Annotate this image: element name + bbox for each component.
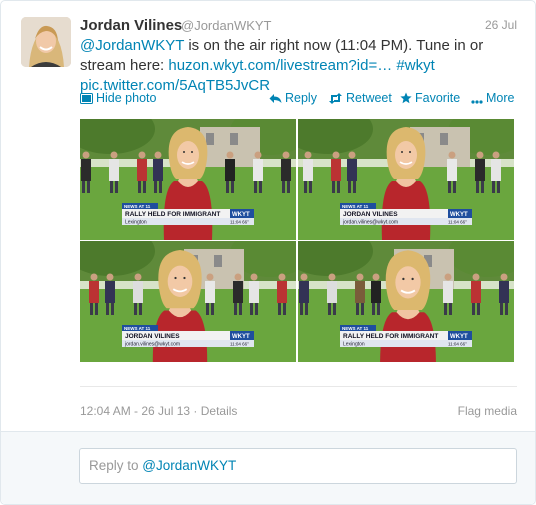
news-frame-image: NEWS AT 11 JORDAN VILINES jordan.vilines@w… bbox=[298, 119, 514, 240]
station-logo: WKYT bbox=[450, 212, 468, 218]
time-temp: 11:04 66° bbox=[448, 342, 467, 347]
station-logo: WKYT bbox=[450, 334, 468, 340]
hide-photo-button[interactable]: Hide photo bbox=[80, 91, 156, 107]
avatar[interactable] bbox=[21, 17, 71, 67]
media-panel: NEWS AT 11 JORDAN VILINES jordan.vilines@w… bbox=[80, 241, 296, 362]
media-panel: NEWS AT 11 JORDAN VILINES jordan.vilines@w… bbox=[298, 119, 514, 240]
lower-third-title: JORDAN VILINES bbox=[125, 333, 180, 340]
station-logo: WKYT bbox=[232, 334, 250, 340]
news-frame-image: NEWS AT 11 RALLY HELD FOR IMMIGRANT Lexing… bbox=[298, 241, 514, 362]
lower-third-title: RALLY HELD FOR IMMIGRANT bbox=[343, 333, 438, 340]
lower-third-subtitle: jordan.vilines@wkyt.com bbox=[342, 220, 398, 226]
time-temp: 11:04 66° bbox=[448, 220, 467, 225]
tweet-header: Jordan Vilines @JordanWKYT 26 Jul bbox=[80, 17, 517, 37]
tweet-media[interactable]: NEWS AT 11 RALLY HELD FOR IMMIGRANT Lexing… bbox=[80, 119, 514, 363]
lower-third-title: JORDAN VILINES bbox=[343, 211, 398, 218]
lower-third-title: RALLY HELD FOR IMMIGRANT bbox=[125, 211, 220, 218]
tweet-text: @JordanWKYT is on the air right now (11:… bbox=[80, 36, 520, 96]
reply-icon bbox=[269, 93, 282, 107]
hashtag-link[interactable]: #wkyt bbox=[396, 57, 434, 74]
reply-handle: @JordanWKYT bbox=[142, 458, 237, 473]
star-icon bbox=[400, 92, 412, 107]
lower-third-tag: NEWS AT 11 bbox=[342, 204, 369, 209]
retweet-button[interactable]: Retweet bbox=[328, 91, 392, 107]
hide-photo-label: Hide photo bbox=[96, 91, 157, 105]
more-button[interactable]: More bbox=[471, 91, 514, 107]
news-frame-image: NEWS AT 11 RALLY HELD FOR IMMIGRANT Lexing… bbox=[80, 119, 296, 240]
avatar-image bbox=[21, 17, 71, 67]
station-logo: WKYT bbox=[232, 212, 250, 218]
media-panel: NEWS AT 11 RALLY HELD FOR IMMIGRANT Lexing… bbox=[298, 241, 514, 362]
favorite-label: Favorite bbox=[415, 91, 461, 105]
reply-placeholder: Reply to bbox=[89, 458, 143, 473]
lower-third-tag: NEWS AT 11 bbox=[124, 204, 151, 209]
tweet-card: Jordan Vilines @JordanWKYT 26 Jul @Jorda… bbox=[0, 0, 536, 505]
tweet-footer: 12:04 AM - 26 Jul 13 · Details Flag medi… bbox=[80, 404, 517, 420]
media-panel: NEWS AT 11 RALLY HELD FOR IMMIGRANT Lexing… bbox=[80, 119, 296, 240]
news-frame-image: NEWS AT 11 JORDAN VILINES jordan.vilines@w… bbox=[80, 241, 296, 362]
more-dots-icon bbox=[471, 93, 483, 107]
retweet-label: Retweet bbox=[346, 91, 392, 105]
details-link[interactable]: Details bbox=[201, 404, 238, 418]
livestream-link[interactable]: huzon.wkyt.com/livestream?id=… bbox=[168, 57, 392, 74]
time-temp: 11:04 66° bbox=[230, 220, 249, 225]
more-label: More bbox=[486, 91, 515, 105]
tweet-timestamp-line: 12:04 AM - 26 Jul 13 · Details bbox=[80, 404, 238, 418]
mention-link[interactable]: @JordanWKYT bbox=[80, 37, 184, 54]
lower-third-tag: NEWS AT 11 bbox=[124, 326, 151, 331]
lower-third-tag: NEWS AT 11 bbox=[342, 326, 369, 331]
reply-label: Reply bbox=[285, 91, 317, 105]
reply-area: Reply to @JordanWKYT bbox=[1, 431, 535, 504]
author-name[interactable]: Jordan Vilines bbox=[80, 17, 182, 34]
tweet-timestamp: 12:04 AM - 26 Jul 13 bbox=[80, 404, 191, 418]
flag-media-link[interactable]: Flag media bbox=[458, 404, 517, 418]
divider bbox=[80, 386, 517, 387]
lower-third-subtitle: Lexington bbox=[343, 342, 365, 348]
lower-third-subtitle: jordan.vilines@wkyt.com bbox=[124, 342, 180, 348]
reply-button[interactable]: Reply bbox=[269, 91, 317, 107]
time-temp: 11:04 66° bbox=[230, 342, 249, 347]
tweet-actions: Hide photo Reply Retweet Favorite More bbox=[80, 91, 517, 107]
retweet-icon bbox=[328, 93, 343, 107]
author-handle[interactable]: @JordanWKYT bbox=[181, 18, 272, 33]
photo-icon bbox=[80, 93, 93, 107]
reply-input[interactable]: Reply to @JordanWKYT bbox=[79, 448, 517, 484]
tweet-date[interactable]: 26 Jul bbox=[485, 18, 517, 32]
lower-third-subtitle: Lexington bbox=[125, 220, 147, 226]
favorite-button[interactable]: Favorite bbox=[400, 91, 460, 107]
